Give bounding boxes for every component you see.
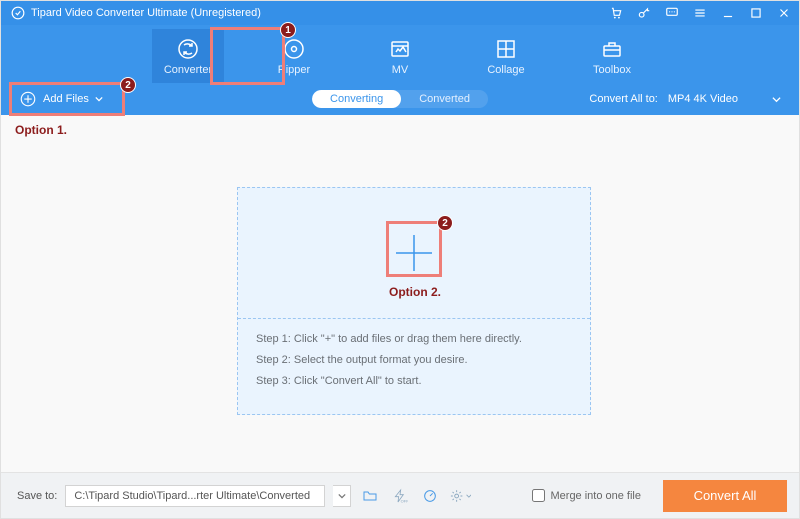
save-path-field[interactable]: C:\Tipard Studio\Tipard...rter Ultimate\… (65, 485, 325, 507)
app-title: Tipard Video Converter Ultimate (Unregis… (11, 6, 261, 20)
subtab-converted[interactable]: Converted (401, 90, 488, 108)
feedback-icon[interactable] (665, 6, 679, 20)
collage-icon (494, 37, 518, 61)
dropzone[interactable]: Step 1: Click "+" to add files or drag t… (237, 187, 591, 415)
instruction-step: Step 2: Select the output format you des… (256, 350, 572, 371)
annotation-label-option1: Option 1. (15, 123, 67, 137)
sub-toolbar: Add Files Converting Converted Convert A… (1, 83, 799, 115)
convert-all-to: Convert All to: MP4 4K Video (589, 93, 781, 105)
footer-bar: Save to: C:\Tipard Studio\Tipard...rter … (1, 472, 799, 518)
tab-mv[interactable]: MV (364, 29, 436, 83)
chevron-down-icon (466, 493, 472, 499)
dropzone-plus-area (238, 188, 590, 318)
merge-label: Merge into one file (551, 490, 642, 502)
status-subtabs: Converting Converted (312, 90, 488, 108)
chevron-down-icon (338, 492, 346, 500)
chevron-down-icon (772, 95, 781, 104)
minimize-icon[interactable] (721, 6, 735, 20)
cart-icon[interactable] (609, 6, 623, 20)
close-icon[interactable] (777, 6, 791, 20)
app-logo-icon (11, 6, 25, 20)
tab-collage[interactable]: Collage (470, 29, 542, 83)
instruction-step: Step 3: Click "Convert All" to start. (256, 371, 572, 392)
main-tabs: Converter Ripper MV Collage Toolbox (1, 25, 799, 83)
merge-checkbox-input[interactable] (532, 489, 545, 502)
tab-converter[interactable]: Converter (152, 29, 224, 83)
gear-icon (449, 488, 464, 504)
add-plus-icon[interactable] (394, 233, 434, 273)
converter-icon (176, 37, 200, 61)
key-icon[interactable] (637, 6, 651, 20)
mv-icon (388, 37, 412, 61)
tab-label: Toolbox (593, 64, 631, 76)
app-title-text: Tipard Video Converter Ultimate (Unregis… (31, 7, 261, 19)
tab-ripper[interactable]: Ripper (258, 29, 330, 83)
add-files-button[interactable]: Add Files (11, 87, 111, 111)
toolbox-icon (600, 37, 624, 61)
header: Tipard Video Converter Ultimate (Unregis… (1, 1, 799, 115)
folder-icon (362, 488, 378, 504)
chevron-down-icon (95, 95, 103, 103)
output-format-select[interactable]: MP4 4K Video (668, 93, 781, 105)
convert-all-to-label: Convert All to: (589, 93, 657, 105)
system-icons (609, 6, 791, 20)
maximize-icon[interactable] (749, 6, 763, 20)
subtab-converting[interactable]: Converting (312, 90, 401, 108)
open-folder-button[interactable] (359, 485, 381, 507)
menu-icon[interactable] (693, 6, 707, 20)
tab-toolbox[interactable]: Toolbox (576, 29, 648, 83)
svg-text:OFF: OFF (401, 498, 408, 503)
merge-checkbox[interactable]: Merge into one file (532, 489, 642, 502)
settings-button[interactable] (449, 485, 471, 507)
main-area: Step 1: Click "+" to add files or drag t… (1, 115, 799, 472)
tab-label: Ripper (278, 64, 310, 76)
app-window: Tipard Video Converter Ultimate (Unregis… (0, 0, 800, 519)
tab-label: Converter (164, 64, 212, 76)
output-format-value: MP4 4K Video (668, 93, 738, 105)
instructions: Step 1: Click "+" to add files or drag t… (238, 318, 590, 402)
instruction-step: Step 1: Click "+" to add files or drag t… (256, 329, 572, 350)
convert-all-button[interactable]: Convert All (663, 480, 787, 512)
tab-label: MV (392, 64, 409, 76)
bolt-off-icon: OFF (392, 488, 408, 504)
plus-circle-icon (19, 90, 37, 108)
high-speed-button[interactable] (419, 485, 441, 507)
tab-label: Collage (487, 64, 524, 76)
add-files-label: Add Files (43, 93, 89, 105)
titlebar: Tipard Video Converter Ultimate (Unregis… (1, 1, 799, 25)
speed-icon (422, 488, 438, 504)
ripper-icon (282, 37, 306, 61)
hw-accel-button[interactable]: OFF (389, 485, 411, 507)
save-path-dropdown[interactable] (333, 485, 351, 507)
save-to-label: Save to: (17, 490, 57, 502)
